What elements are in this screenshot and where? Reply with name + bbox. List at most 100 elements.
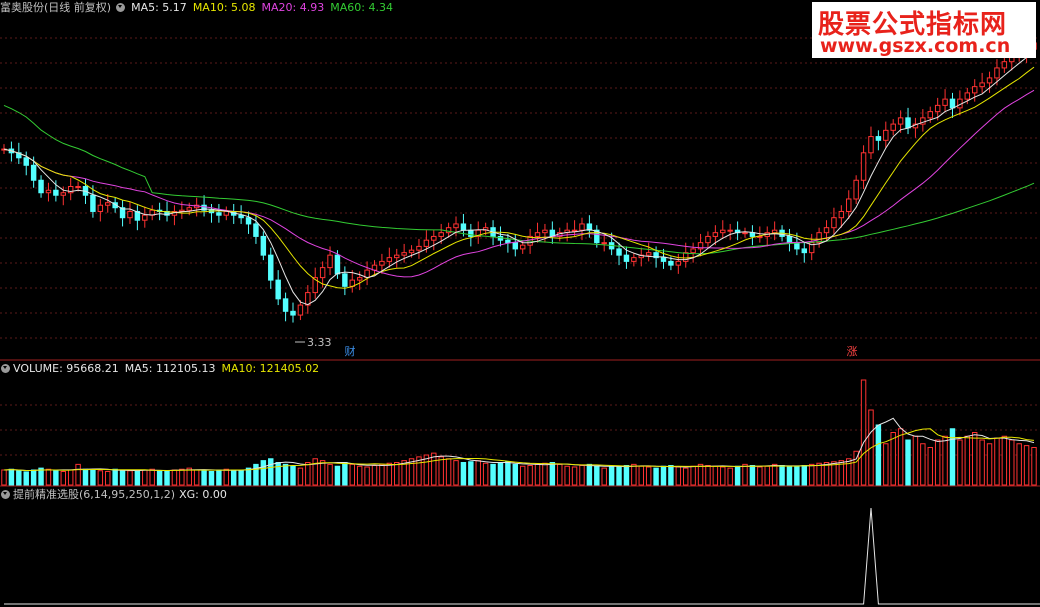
volume-bar — [230, 469, 237, 486]
candle-body — [645, 252, 652, 256]
xg-signal-line — [4, 507, 1040, 605]
low-price-label: 3.33 — [307, 336, 332, 349]
volume-bar — [749, 465, 756, 486]
volume-bar — [216, 469, 222, 486]
candle-body — [846, 198, 852, 212]
ma20-legend: MA20: 4.93 — [261, 1, 325, 14]
candle-body — [905, 117, 911, 129]
volume-bar — [897, 428, 904, 486]
volume-bar — [720, 466, 726, 486]
volume-bar — [156, 470, 163, 486]
volume-bar — [616, 465, 622, 486]
volume-bar — [67, 469, 74, 486]
volume-bar — [860, 379, 867, 486]
volume-bar — [356, 465, 363, 486]
volume-bar — [905, 439, 911, 486]
candle-body — [690, 248, 696, 254]
volume-bar — [364, 466, 370, 486]
volume-bar — [534, 463, 541, 486]
candle-body — [505, 239, 511, 244]
ma5-line — [3, 51, 1035, 306]
candle-body — [601, 242, 607, 245]
candle-body — [356, 277, 363, 281]
volume-bar — [994, 437, 1000, 486]
volume-bar — [949, 428, 956, 486]
volume-bar — [312, 458, 318, 486]
ma20-line — [3, 89, 1035, 278]
volume-bar — [734, 465, 741, 486]
volume-bar — [986, 443, 993, 486]
volume-bars — [1, 379, 1037, 486]
candle-body — [897, 117, 904, 125]
ma60-line — [3, 104, 1035, 255]
volume-bar — [794, 466, 800, 486]
candle-body — [934, 104, 941, 113]
candle-body — [334, 254, 341, 275]
candle-body — [216, 212, 222, 216]
candle-body — [749, 232, 756, 237]
price-candles — [1, 34, 1037, 323]
volume-bar — [82, 468, 89, 486]
candle-body — [53, 189, 59, 196]
volume-bar — [164, 471, 170, 486]
candle-body — [186, 207, 192, 211]
ma10-legend: MA10: 5.08 — [192, 1, 256, 14]
volume-bar — [971, 432, 978, 486]
volume-bar — [327, 463, 333, 486]
volume-bar — [297, 467, 304, 486]
volume-bar — [119, 469, 126, 486]
candle-body — [394, 254, 400, 259]
volume-bar — [30, 469, 37, 486]
volume-bar — [238, 470, 244, 486]
candle-body — [712, 232, 719, 237]
volume-bar — [920, 443, 926, 486]
volume-bar — [290, 465, 296, 486]
volume-bar — [1016, 443, 1022, 486]
volume-bar — [371, 465, 378, 486]
price-header: 富奥股份(日线 前复权) MA5: 5.17 MA10: 5.08 MA20: 4.9… — [0, 0, 399, 16]
dropdown-icon[interactable] — [1, 364, 10, 373]
volume-bar — [438, 456, 444, 486]
volume-bar — [519, 465, 526, 486]
candle-body — [238, 214, 244, 219]
candle-body — [742, 232, 748, 235]
volume-bar — [497, 462, 504, 486]
volume-bar — [45, 468, 52, 486]
candle-body — [75, 186, 81, 188]
volume-bar — [697, 463, 704, 486]
candle-body — [342, 273, 348, 287]
volume-bar — [490, 463, 496, 486]
volume-bar — [764, 465, 770, 486]
volume-bar — [260, 460, 267, 486]
volume-bar — [505, 461, 511, 486]
volume-bar — [482, 462, 489, 486]
volume-bar — [549, 462, 556, 486]
candle-body — [408, 249, 415, 254]
candle-body — [30, 164, 37, 181]
volume-bar — [16, 470, 22, 486]
finance-marker[interactable]: 财 — [343, 345, 357, 359]
ma5-legend: MA5: 5.17 — [131, 1, 187, 14]
volume-bar — [245, 467, 252, 486]
volume-bar — [801, 465, 808, 486]
volume-bar — [979, 439, 985, 486]
volume-bar — [927, 447, 933, 486]
candle-body — [705, 235, 711, 244]
volume-bar — [579, 465, 585, 486]
volume-bar — [608, 466, 615, 486]
volume-bar — [934, 439, 941, 486]
dropdown-icon[interactable] — [116, 3, 126, 12]
limit-up-marker[interactable]: 涨 — [845, 345, 859, 359]
candle-body — [675, 260, 682, 266]
volume-bar — [683, 467, 689, 486]
volume-bar — [808, 463, 815, 486]
candle-body — [868, 136, 874, 154]
candle-body — [60, 192, 67, 196]
candle-body — [45, 189, 52, 194]
volume-bar — [527, 465, 533, 486]
moving-average-lines — [3, 51, 1035, 306]
stock-chart[interactable]: 3.33 — [0, 0, 1040, 607]
candle-body — [319, 267, 326, 279]
volume-bar — [179, 468, 185, 486]
dropdown-icon[interactable] — [1, 490, 10, 499]
